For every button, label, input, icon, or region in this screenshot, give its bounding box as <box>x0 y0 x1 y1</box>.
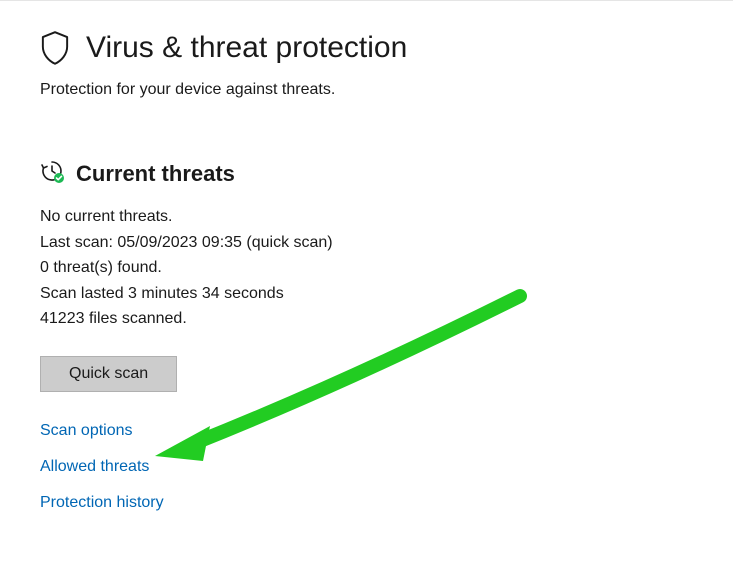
status-no-threats: No current threats. <box>40 204 693 230</box>
status-scan-duration: Scan lasted 3 minutes 34 seconds <box>40 281 693 307</box>
protection-history-link[interactable]: Protection history <box>40 494 693 512</box>
page-subtitle: Protection for your device against threa… <box>40 81 693 99</box>
page-header: Virus & threat protection <box>40 31 693 65</box>
links-block: Scan options Allowed threats Protection … <box>40 422 693 512</box>
page-title: Virus & threat protection <box>86 31 407 65</box>
history-check-icon <box>40 159 64 188</box>
quick-scan-button[interactable]: Quick scan <box>40 356 177 392</box>
section-title: Current threats <box>76 161 235 187</box>
section-header: Current threats <box>40 159 693 188</box>
status-files-scanned: 41223 files scanned. <box>40 306 693 332</box>
status-block: No current threats. Last scan: 05/09/202… <box>40 204 693 332</box>
status-last-scan: Last scan: 05/09/2023 09:35 (quick scan) <box>40 230 693 256</box>
scan-options-link[interactable]: Scan options <box>40 422 693 440</box>
shield-icon <box>40 31 70 65</box>
status-threats-found: 0 threat(s) found. <box>40 255 693 281</box>
allowed-threats-link[interactable]: Allowed threats <box>40 458 693 476</box>
